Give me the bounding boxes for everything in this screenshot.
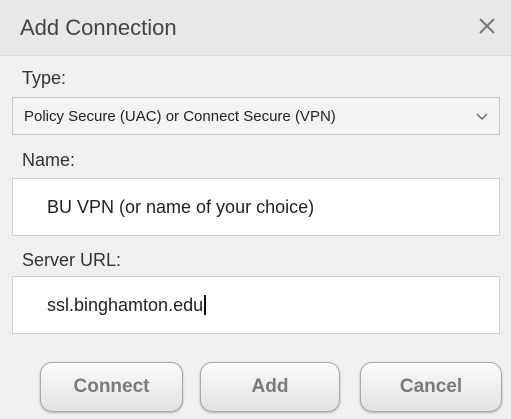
add-button[interactable]: Add	[200, 362, 340, 412]
server-url-input-value: ssl.binghamton.edu	[47, 295, 206, 316]
server-url-text: ssl.binghamton.edu	[47, 295, 204, 315]
text-caret	[204, 295, 206, 315]
type-select[interactable]: Policy Secure (UAC) or Connect Secure (V…	[12, 97, 500, 135]
name-input-value: BU VPN (or name of your choice)	[47, 197, 315, 217]
server-url-input[interactable]: ssl.binghamton.edu	[12, 276, 500, 334]
type-label: Type:	[22, 68, 67, 88]
name-label: Name:	[22, 150, 76, 170]
cancel-button[interactable]: Cancel	[360, 362, 502, 412]
title-bar: Add Connection	[0, 0, 511, 56]
connect-button[interactable]: Connect	[40, 362, 183, 412]
chevron-down-icon	[475, 111, 489, 123]
type-select-value: Policy Secure (UAC) or Connect Secure (V…	[24, 108, 336, 125]
server-url-label: Server URL:	[22, 250, 122, 270]
name-input[interactable]: BU VPN (or name of your choice)	[12, 178, 500, 236]
close-icon[interactable]	[473, 12, 501, 40]
add-connection-dialog: Add Connection Type: Policy Secure (UAC)…	[0, 0, 511, 419]
dialog-title: Add Connection	[20, 15, 177, 40]
